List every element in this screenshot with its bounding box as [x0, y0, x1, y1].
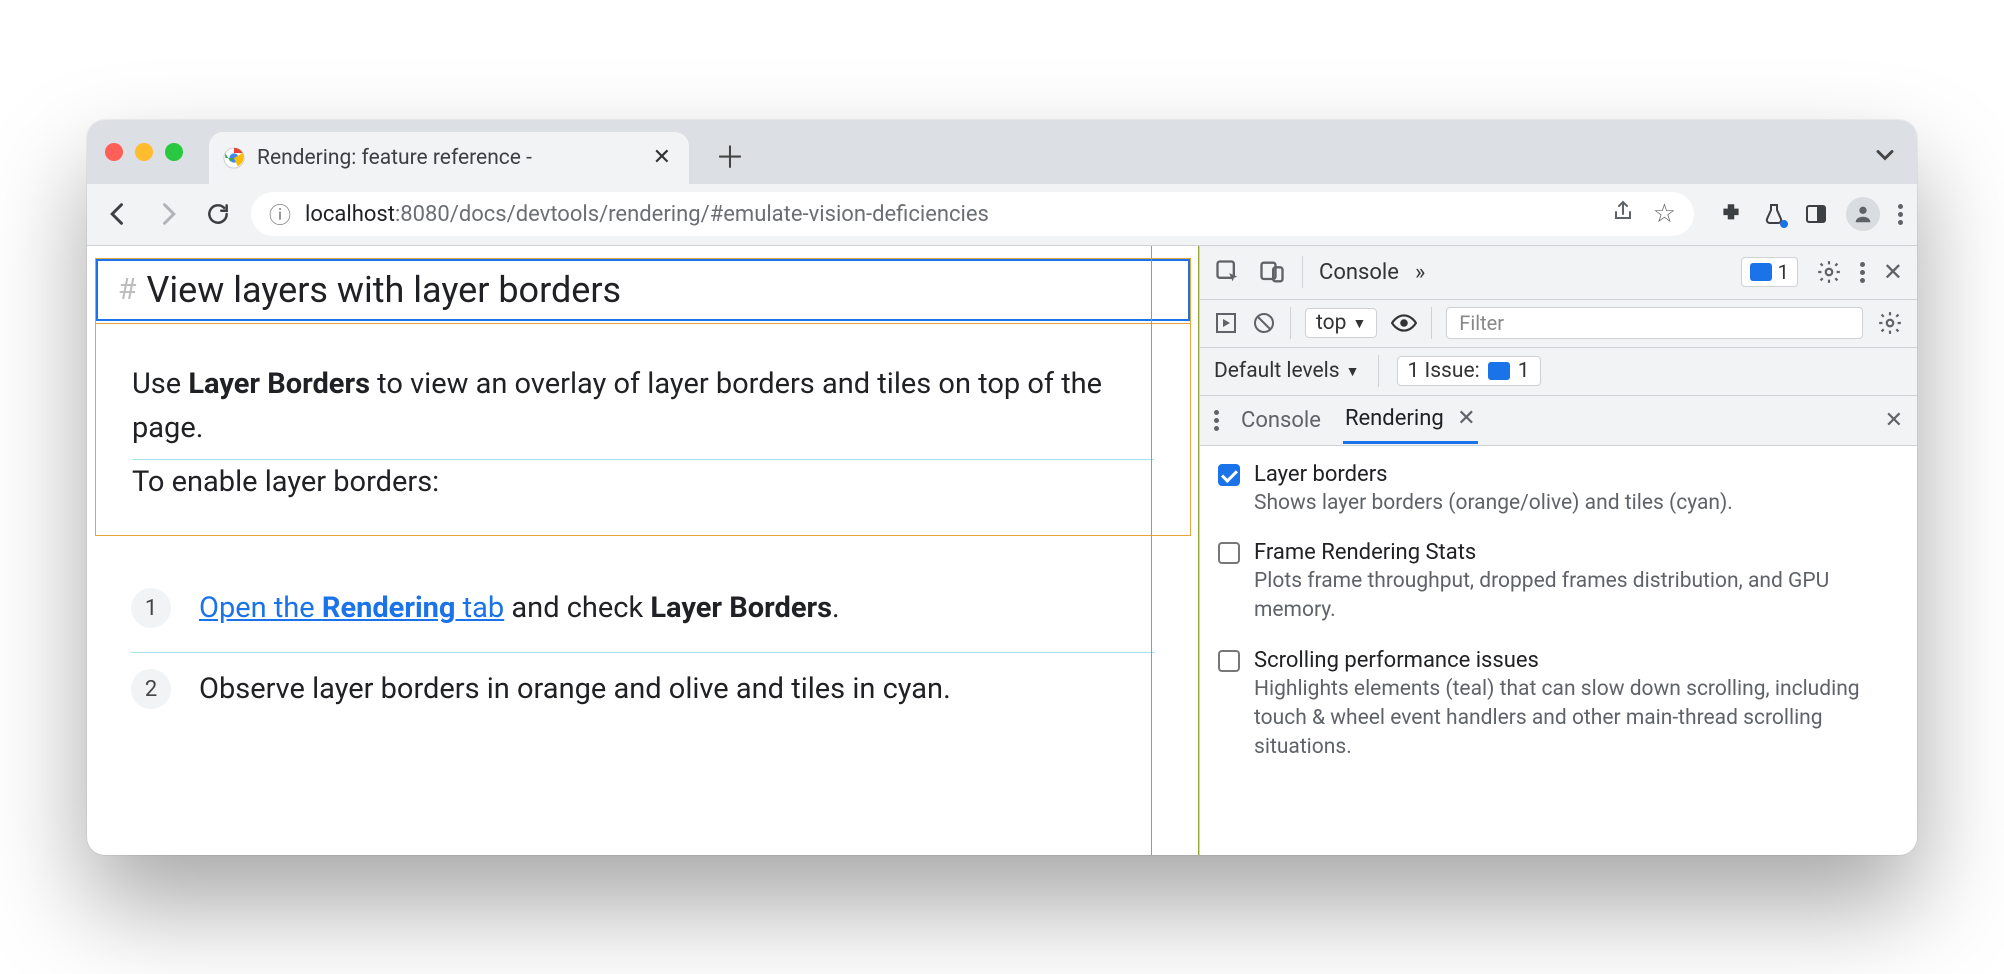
webpage-viewport: # View layers with layer borders Use Lay… — [87, 246, 1200, 855]
bookmark-star-icon[interactable]: ☆ — [1653, 199, 1676, 229]
heading-text: View layers with layer borders — [146, 269, 621, 311]
forward-button[interactable] — [151, 197, 185, 231]
devtools-main-tabs: Console » 1 ✕ — [1200, 246, 1917, 300]
maximize-window-button[interactable] — [165, 143, 183, 161]
open-rendering-tab-link[interactable]: Open the Rendering tab — [199, 591, 504, 625]
extensions-icon[interactable] — [1718, 201, 1744, 227]
tab-title: Rendering: feature reference - — [257, 146, 641, 170]
checkbox-layer-borders[interactable] — [1218, 464, 1240, 486]
drawer-tab-rendering[interactable]: Rendering ✕ — [1343, 396, 1478, 444]
devtools-close-button[interactable]: ✕ — [1883, 258, 1903, 286]
drawer-tabs: Console Rendering ✕ ✕ — [1200, 396, 1917, 446]
option-description: Shows layer borders (orange/olive) and t… — [1254, 489, 1733, 518]
list-item: 2 Observe layer borders in orange and ol… — [131, 653, 1155, 725]
console-filter-input[interactable]: Filter — [1446, 307, 1863, 339]
minimize-window-button[interactable] — [135, 143, 153, 161]
drawer-menu-button[interactable] — [1214, 410, 1219, 431]
messages-badge[interactable]: 1 — [1741, 257, 1798, 287]
close-drawer-button[interactable]: ✕ — [1885, 408, 1903, 433]
content-area: # View layers with layer borders Use Lay… — [87, 246, 1917, 855]
side-panel-icon[interactable] — [1804, 202, 1828, 226]
list-item: 1 Open the Rendering tab and check Layer… — [131, 572, 1155, 644]
back-button[interactable] — [101, 197, 135, 231]
close-rendering-tab-icon[interactable]: ✕ — [1457, 406, 1475, 431]
labs-icon[interactable] — [1762, 202, 1786, 226]
drawer-tab-console[interactable]: Console — [1239, 398, 1323, 443]
tabs-dropdown-icon[interactable] — [1871, 141, 1899, 169]
paragraph-2: To enable layer borders: — [132, 460, 1154, 505]
address-bar[interactable]: ⓘ localhost:8080/docs/devtools/rendering… — [251, 192, 1694, 236]
settings-gear-icon[interactable] — [1816, 259, 1842, 285]
browser-tab[interactable]: Rendering: feature reference - ✕ — [209, 132, 689, 184]
device-toolbar-icon[interactable] — [1258, 258, 1286, 286]
option-description: Plots frame throughput, dropped frames d… — [1254, 567, 1899, 626]
step-2-text: Observe layer borders in orange and oliv… — [199, 672, 951, 706]
more-tabs-icon[interactable]: » — [1415, 260, 1425, 285]
console-toolbar: top ▼ Filter — [1200, 300, 1917, 348]
url-text: localhost:8080/docs/devtools/rendering/#… — [305, 202, 989, 227]
message-icon — [1488, 362, 1510, 380]
console-tab[interactable]: Console — [1319, 260, 1399, 285]
layer-border-olive-guides — [1151, 246, 1199, 855]
issues-button[interactable]: 1 Issue: 1 — [1397, 356, 1541, 386]
checkbox-frame-stats[interactable] — [1218, 542, 1240, 564]
option-description: Highlights elements (teal) that can slow… — [1254, 675, 1899, 763]
page-heading: # View layers with layer borders — [96, 259, 1190, 321]
live-expression-eye-icon[interactable] — [1391, 313, 1417, 333]
step-1-text: Open the Rendering tab and check Layer B… — [199, 591, 840, 625]
browser-window: Rendering: feature reference - ✕ ＋ ⓘ loc… — [87, 120, 1917, 855]
paragraph-1: Use Layer Borders to view an overlay of … — [132, 362, 1154, 452]
option-title: Scrolling performance issues — [1254, 648, 1899, 673]
option-title: Frame Rendering Stats — [1254, 540, 1899, 565]
tab-favicon-chrome — [223, 147, 245, 169]
close-window-button[interactable] — [105, 143, 123, 161]
execution-play-icon[interactable] — [1214, 311, 1238, 335]
devtools-menu-button[interactable] — [1860, 262, 1865, 283]
tab-strip: Rendering: feature reference - ✕ ＋ — [87, 120, 1917, 184]
share-icon[interactable] — [1611, 199, 1635, 223]
window-controls — [105, 143, 183, 161]
tab-close-button[interactable]: ✕ — [653, 145, 671, 170]
chrome-menu-button[interactable] — [1898, 204, 1903, 225]
inspect-element-icon[interactable] — [1214, 258, 1242, 286]
step-number: 2 — [131, 669, 171, 709]
message-icon — [1750, 263, 1772, 281]
console-status-bar: Default levels ▼ 1 Issue: 1 — [1200, 348, 1917, 396]
new-tab-button[interactable]: ＋ — [705, 127, 755, 183]
context-selector[interactable]: top ▼ — [1305, 308, 1377, 338]
log-levels-selector[interactable]: Default levels ▼ — [1214, 359, 1360, 383]
rendering-panel: Layer borders Shows layer borders (orang… — [1200, 446, 1917, 855]
devtools-panel: Console » 1 ✕ top ▼ Filter — [1200, 246, 1917, 855]
checkbox-scroll-perf[interactable] — [1218, 650, 1240, 672]
rendering-option-layer-borders[interactable]: Layer borders Shows layer borders (orang… — [1218, 462, 1899, 518]
step-number: 1 — [131, 588, 171, 628]
console-settings-gear-icon[interactable] — [1877, 310, 1903, 336]
site-info-icon[interactable]: ⓘ — [269, 198, 291, 230]
profile-avatar-button[interactable] — [1846, 197, 1880, 231]
rendering-option-scroll-perf[interactable]: Scrolling performance issues Highlights … — [1218, 648, 1899, 763]
reload-button[interactable] — [201, 197, 235, 231]
toolbar: ⓘ localhost:8080/docs/devtools/rendering… — [87, 184, 1917, 246]
rendering-option-frame-stats[interactable]: Frame Rendering Stats Plots frame throug… — [1218, 540, 1899, 626]
option-title: Layer borders — [1254, 462, 1733, 487]
heading-anchor-hash[interactable]: # — [118, 272, 136, 307]
clear-console-icon[interactable] — [1252, 311, 1276, 335]
